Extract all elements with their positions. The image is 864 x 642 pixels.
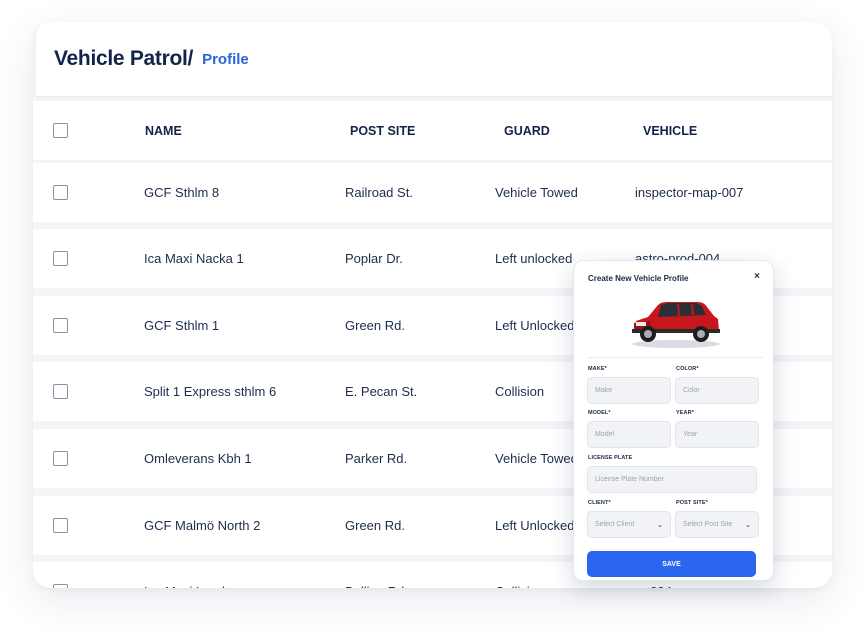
license-plate-input[interactable]: License Plate Number [587, 466, 757, 493]
column-header-post-site[interactable]: POST SITE [350, 101, 415, 160]
row-name: GCF Sthlm 1 [144, 318, 220, 333]
model-input[interactable]: Model [587, 421, 671, 448]
row-guard: Vehicle Towed [495, 451, 578, 466]
vehicle-image [632, 302, 720, 348]
save-button[interactable]: SAVE [587, 551, 756, 577]
column-header-name[interactable]: NAME [145, 101, 182, 160]
row-checkbox[interactable] [53, 451, 68, 466]
row-post-site: Railroad St. [345, 185, 413, 200]
row-guard: Left unlocked [495, 251, 573, 266]
chevron-down-icon: ⌄ [745, 521, 751, 529]
row-checkbox[interactable] [53, 318, 68, 333]
chevron-down-icon: ⌄ [657, 521, 663, 529]
column-header-vehicle[interactable]: VEHICLE [643, 101, 697, 160]
row-checkbox[interactable] [53, 518, 68, 533]
year-input[interactable]: Year [675, 421, 759, 448]
breadcrumb-profile[interactable]: Profile [202, 51, 249, 68]
row-post-site: Poplar Dr. [345, 251, 403, 266]
model-label: MODEL* [588, 410, 611, 416]
post-site-label: POST SITE* [676, 500, 708, 506]
post-site-select[interactable]: Select Post Site ⌄ [675, 511, 759, 538]
license-plate-label: LICENSE PLATE [588, 455, 633, 461]
make-label: MAKE* [588, 366, 607, 372]
row-guard: Collision [495, 562, 544, 588]
row-name: Omleverans Kbh 1 [144, 451, 252, 466]
row-name: Ica Maxi Nacka 1 [144, 251, 244, 266]
table-row[interactable]: GCF Sthlm 8 Railroad St. Vehicle Towed i… [33, 163, 832, 222]
table-header-row: NAME POST SITE GUARD VEHICLE [33, 101, 832, 160]
row-post-site: Green Rd. [345, 318, 405, 333]
row-name: GCF Sthlm 8 [144, 185, 220, 200]
page-title: Vehicle Patrol/ [54, 47, 194, 70]
row-name: Split 1 Express sthlm 6 [144, 384, 277, 399]
select-all-checkbox[interactable] [53, 123, 68, 138]
row-name: Ica Maxi Lund [144, 562, 225, 588]
row-checkbox[interactable] [53, 251, 68, 266]
row-post-site: Parker Rd. [345, 451, 408, 466]
row-checkbox[interactable] [53, 185, 68, 200]
client-select-value: Select Client [595, 521, 635, 528]
client-label: CLIENT* [588, 500, 611, 506]
row-guard: Vehicle Towed [495, 185, 578, 200]
page-header: Vehicle Patrol/ Profile [36, 22, 832, 96]
row-name: GCF Malmö North 2 [144, 518, 261, 533]
column-header-guard[interactable]: GUARD [504, 101, 550, 160]
post-site-select-value: Select Post Site [683, 521, 733, 528]
modal-title: Create New Vehicle Profile [588, 274, 689, 283]
row-post-site: Green Rd. [345, 518, 405, 533]
create-vehicle-profile-modal: Create New Vehicle Profile × MAKE* COLOR… [573, 260, 774, 581]
row-vehicle: inspector-map-007 [635, 185, 744, 200]
color-input[interactable]: Color [675, 377, 759, 404]
row-post-site: E. Pecan St. [345, 384, 418, 399]
year-label: YEAR* [676, 410, 694, 416]
row-checkbox[interactable] [53, 384, 68, 399]
close-icon[interactable]: × [754, 271, 760, 282]
row-post-site: Bollina Rd. [345, 562, 408, 588]
color-label: COLOR* [676, 366, 699, 372]
row-guard: Collision [495, 384, 545, 399]
modal-divider [588, 357, 763, 358]
client-select[interactable]: Select Client ⌄ [587, 511, 671, 538]
row-guard: Left Unlocked [495, 318, 575, 333]
row-guard: Left Unlocked [495, 518, 575, 533]
row-checkbox[interactable] [53, 584, 68, 588]
make-input[interactable]: Make [587, 377, 671, 404]
